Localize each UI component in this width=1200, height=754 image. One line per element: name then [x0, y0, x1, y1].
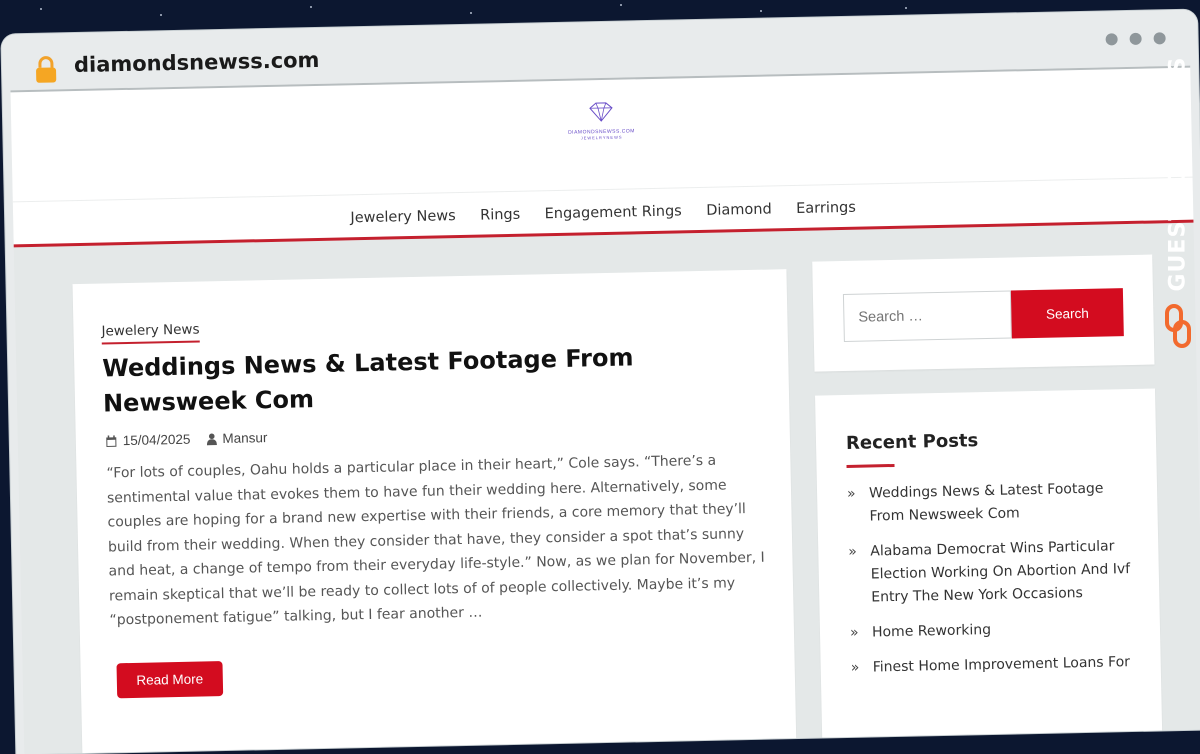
search-button[interactable]: Search — [1010, 288, 1124, 339]
nav-rings[interactable]: Rings — [480, 207, 520, 224]
heading-underline — [846, 463, 895, 468]
nav-diamond[interactable]: Diamond — [706, 201, 772, 218]
search-widget: Search — [812, 254, 1155, 372]
watermark-brand: GUESTPOSTLINKS — [1162, 54, 1194, 354]
chevron-right-icon: » — [846, 485, 856, 502]
watermark-text: GUESTPOSTLINKS — [1165, 56, 1191, 292]
post-excerpt: “For lots of couples, Oahu holds a parti… — [106, 452, 765, 629]
list-item[interactable]: » Finest Home Improvement Loans For — [851, 651, 1141, 680]
recent-posts-heading: Recent Posts — [845, 430, 979, 454]
recent-posts-widget: Recent Posts » Weddings News & Latest Foo… — [815, 388, 1163, 754]
post-date[interactable]: 15/04/2025 — [123, 432, 191, 448]
diamond-logo-icon — [589, 102, 613, 122]
window-controls — [1105, 32, 1166, 46]
user-icon — [206, 432, 217, 445]
site-header: DIAMONDSNEWSS.COM JEWELRYNEWS Jewelery N… — [10, 65, 1194, 248]
read-more-button[interactable]: Read More — [116, 661, 224, 699]
chevron-right-icon: » — [850, 659, 860, 676]
recent-post-link[interactable]: Weddings News & Latest Footage From News… — [869, 481, 1104, 525]
recent-post-link[interactable]: Home Reworking — [872, 622, 991, 640]
lock-icon — [36, 56, 57, 83]
nav-earrings[interactable]: Earrings — [796, 200, 856, 217]
window-dot-2[interactable] — [1129, 32, 1142, 45]
window-dot-1[interactable] — [1105, 33, 1118, 46]
address-bar-url[interactable]: diamondsnewss.com — [74, 48, 320, 77]
site-logo[interactable]: DIAMONDSNEWSS.COM JEWELRYNEWS — [561, 101, 642, 141]
category-link[interactable]: Jewelery News — [101, 321, 200, 345]
article-card: Jewelery News Weddings News & Latest Foo… — [72, 269, 797, 754]
chevron-right-icon: » — [848, 543, 858, 560]
chevron-right-icon: » — [849, 624, 859, 641]
nav-engagement-rings[interactable]: Engagement Rings — [544, 203, 681, 222]
list-item[interactable]: » Weddings News & Latest Footage From New… — [847, 477, 1138, 529]
calendar-icon — [106, 434, 117, 447]
link-chain-icon — [1165, 304, 1191, 348]
browser-window: diamondsnewss.com DIAMONDSNEWSS.COM JEWE… — [1, 9, 1200, 754]
website-viewport: DIAMONDSNEWSS.COM JEWELRYNEWS Jewelery N… — [10, 65, 1200, 754]
list-item[interactable]: » Home Reworking — [850, 616, 1140, 645]
nav-jewelery-news[interactable]: Jewelery News — [350, 208, 456, 226]
recent-posts-list: » Weddings News & Latest Footage From New… — [847, 477, 1141, 692]
list-item[interactable]: » Alabama Democrat Wins Particular Electi… — [848, 535, 1139, 610]
post-author[interactable]: Mansur — [222, 430, 267, 446]
post-meta: 15/04/2025 Mansur — [106, 430, 268, 448]
window-dot-3[interactable] — [1153, 32, 1166, 45]
post-title[interactable]: Weddings News & Latest Footage From News… — [102, 338, 743, 421]
recent-post-link[interactable]: Finest Home Improvement Loans For — [873, 654, 1131, 675]
search-input[interactable] — [842, 290, 1012, 342]
recent-post-link[interactable]: Alabama Democrat Wins Particular Electio… — [870, 538, 1130, 605]
